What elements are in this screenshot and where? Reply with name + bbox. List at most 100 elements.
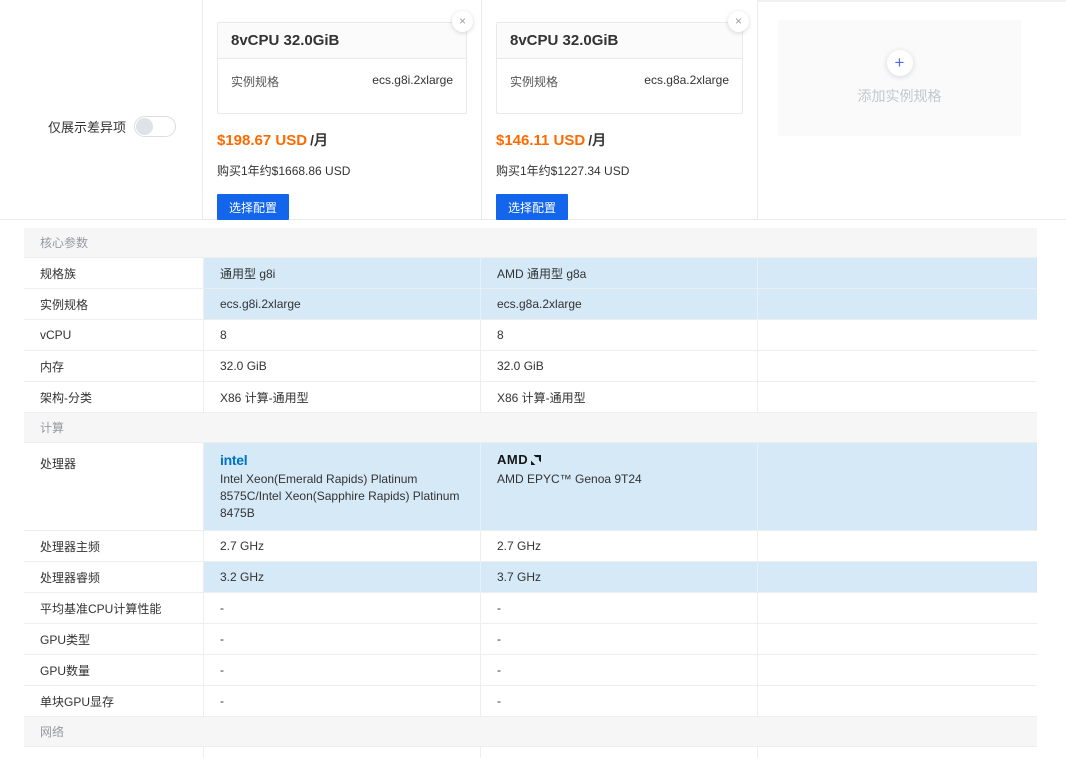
table-row-arch: 架构-分类 X86 计算-通用型 X86 计算-通用型 <box>24 382 1037 413</box>
cell-instance1: - <box>204 593 481 623</box>
cell-empty <box>758 258 1037 288</box>
add-column: + 添加实例规格 <box>758 0 1066 219</box>
row-label: 处理器 <box>24 443 204 530</box>
spec-box-1: 8vCPU 32.0GiB 实例规格 ecs.g8i.2xlarge <box>217 22 467 114</box>
cell-instance2: 2.7 GHz <box>481 531 758 561</box>
table-row-gpu-count: GPU数量 - - <box>24 655 1037 686</box>
cell-instance1: 通用型 g8i <box>204 258 481 288</box>
amd-logo-text: AMD <box>497 452 528 468</box>
cell-instance2: - <box>481 593 758 623</box>
toggle-knob-icon <box>136 118 153 135</box>
cell-empty <box>758 382 1037 412</box>
spec-label: 实例规格 <box>231 73 279 90</box>
cell-instance2: 32.0 GiB <box>481 351 758 381</box>
yearly-note: 购买1年约$1227.34 USD <box>496 162 743 179</box>
cell-instance2: X86 计算-通用型 <box>481 382 758 412</box>
spec-value: ecs.g8i.2xlarge <box>372 73 453 90</box>
table-row-partial <box>24 747 1037 758</box>
add-instance-card[interactable]: + 添加实例规格 <box>778 20 1021 136</box>
cell-instance1: ecs.g8i.2xlarge <box>204 289 481 319</box>
cell-instance2: 3.7 GHz <box>481 562 758 592</box>
cell-instance1: 3.2 GHz <box>204 562 481 592</box>
table-row-vcpu: vCPU 8 8 <box>24 320 1037 351</box>
cell-instance2: ecs.g8a.2xlarge <box>481 289 758 319</box>
card-title: 8vCPU 32.0GiB <box>497 23 742 59</box>
row-label <box>24 747 204 758</box>
spec-row: 实例规格 ecs.g8i.2xlarge <box>218 59 466 113</box>
card-title: 8vCPU 32.0GiB <box>218 23 466 59</box>
cell-empty <box>758 562 1037 592</box>
select-config-button[interactable]: 选择配置 <box>496 194 568 220</box>
table-row-gpu-type: GPU类型 - - <box>24 624 1037 655</box>
price-unit: /月 <box>588 132 606 148</box>
price-line: $198.67 USD/月 <box>217 130 467 150</box>
cell-empty <box>758 443 1037 530</box>
cell-empty <box>758 351 1037 381</box>
select-config-button[interactable]: 选择配置 <box>217 194 289 220</box>
processor-name: Intel Xeon(Emerald Rapids) Platinum 8575… <box>220 471 466 522</box>
row-label: 实例规格 <box>24 289 204 319</box>
cell-processor-amd: AMD AMD EPYC™ Genoa 9T24 <box>481 443 758 530</box>
close-icon[interactable]: × <box>452 11 473 32</box>
amd-logo: AMD <box>497 452 541 468</box>
cell-instance1: 32.0 GiB <box>204 351 481 381</box>
cell-instance2: - <box>481 686 758 716</box>
cell-empty <box>758 655 1037 685</box>
cell-instance1: 2.7 GHz <box>204 531 481 561</box>
amd-arrow-icon <box>531 455 541 465</box>
row-label: GPU数量 <box>24 655 204 685</box>
section-title: 核心参数 <box>40 234 88 251</box>
row-label: GPU类型 <box>24 624 204 654</box>
close-icon[interactable]: × <box>728 11 749 32</box>
cell-instance2: - <box>481 655 758 685</box>
row-label: 处理器主频 <box>24 531 204 561</box>
price-line: $146.11 USD/月 <box>496 130 743 150</box>
comparison-header: 仅展示差异项 × 8vCPU 32.0GiB 实例规格 ecs.g8i.2xla… <box>0 0 1066 220</box>
intel-logo: intel <box>220 452 247 468</box>
diff-toggle-row: 仅展示差异项 <box>48 116 176 137</box>
spec-box-2: 8vCPU 32.0GiB 实例规格 ecs.g8a.2xlarge <box>496 22 743 114</box>
cell-instance2: 8 <box>481 320 758 350</box>
row-label: 规格族 <box>24 258 204 288</box>
cell-instance2: - <box>481 624 758 654</box>
cell-instance1: - <box>204 686 481 716</box>
row-label: 架构-分类 <box>24 382 204 412</box>
cell-empty <box>758 320 1037 350</box>
cell-empty <box>758 747 1037 758</box>
cell-processor-intel: intel Intel Xeon(Emerald Rapids) Platinu… <box>204 443 481 530</box>
instance-card-2: × 8vCPU 32.0GiB 实例规格 ecs.g8a.2xlarge $14… <box>482 0 758 219</box>
table-row-avg-cpu-perf: 平均基准CPU计算性能 - - <box>24 593 1037 624</box>
spacer <box>0 220 1066 228</box>
price-value: $198.67 USD <box>217 132 307 149</box>
cell-instance2 <box>481 747 758 758</box>
section-header-compute: 计算 <box>24 413 1037 443</box>
row-label: vCPU <box>24 320 204 350</box>
cell-empty <box>758 686 1037 716</box>
table-row-memory: 内存 32.0 GiB 32.0 GiB <box>24 351 1037 382</box>
spec-row: 实例规格 ecs.g8a.2xlarge <box>497 59 742 113</box>
spec-value: ecs.g8a.2xlarge <box>644 73 729 90</box>
row-label: 单块GPU显存 <box>24 686 204 716</box>
cell-empty <box>758 531 1037 561</box>
processor-name: AMD EPYC™ Genoa 9T24 <box>497 471 743 488</box>
comparison-table: 核心参数 规格族 通用型 g8i AMD 通用型 g8a 实例规格 ecs.g8… <box>24 228 1037 758</box>
table-row-gpu-memory: 单块GPU显存 - - <box>24 686 1037 717</box>
cell-instance1 <box>204 747 481 758</box>
diff-toggle-switch[interactable] <box>134 116 176 137</box>
table-row-processor: 处理器 intel Intel Xeon(Emerald Rapids) Pla… <box>24 443 1037 531</box>
row-label: 平均基准CPU计算性能 <box>24 593 204 623</box>
table-row-spec-family: 规格族 通用型 g8i AMD 通用型 g8a <box>24 258 1037 289</box>
section-title: 计算 <box>40 419 64 436</box>
cell-instance2: AMD 通用型 g8a <box>481 258 758 288</box>
cell-empty <box>758 593 1037 623</box>
cell-instance1: - <box>204 655 481 685</box>
price-value: $146.11 USD <box>496 132 585 149</box>
section-header-network: 网络 <box>24 717 1037 747</box>
cell-empty <box>758 624 1037 654</box>
table-row-instance-type: 实例规格 ecs.g8i.2xlarge ecs.g8a.2xlarge <box>24 289 1037 320</box>
row-label: 内存 <box>24 351 204 381</box>
instance-card-1: × 8vCPU 32.0GiB 实例规格 ecs.g8i.2xlarge $19… <box>203 0 482 219</box>
cell-instance1: - <box>204 624 481 654</box>
spec-label: 实例规格 <box>510 73 558 90</box>
row-label: 处理器睿频 <box>24 562 204 592</box>
